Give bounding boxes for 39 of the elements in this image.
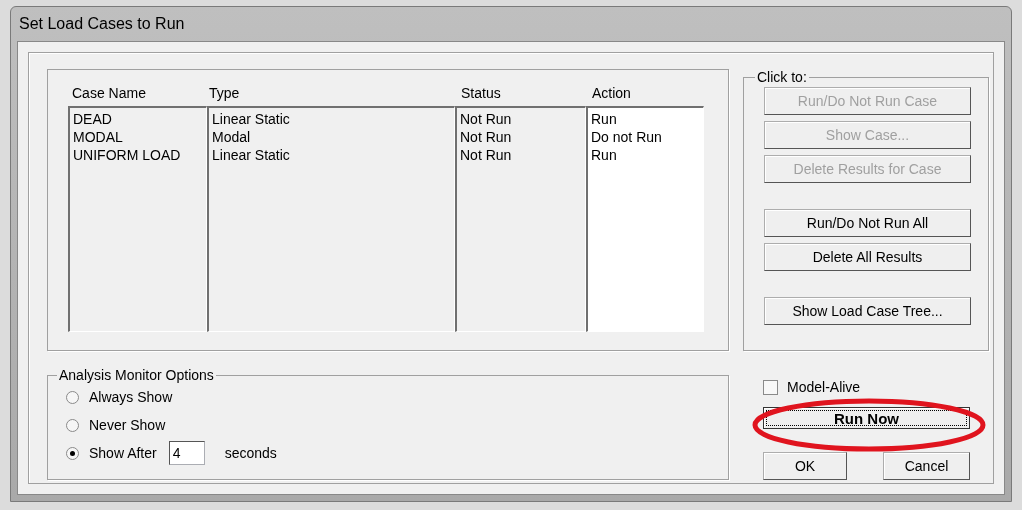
seconds-field[interactable]: 4 (168, 441, 205, 465)
list-item[interactable]: Run (591, 146, 700, 164)
checkbox-label: Model-Alive (787, 379, 861, 395)
checkbox[interactable] (763, 379, 778, 395)
list-item[interactable]: UNIFORM LOAD (73, 146, 203, 164)
list-item[interactable]: Modal (212, 128, 451, 146)
group-label: Analysis Monitor Options (58, 367, 215, 383)
case-list[interactable]: Run Do not Run Run (586, 106, 704, 332)
radio-label: Never Show (89, 417, 166, 433)
cancel-button[interactable]: Cancel (883, 452, 970, 480)
action-button[interactable]: Show Load Case Tree... (764, 297, 971, 325)
case-list[interactable]: DEAD MODAL UNIFORM LOAD (68, 106, 207, 332)
list-item[interactable]: Linear Static (212, 146, 451, 164)
column-header: Case Name (72, 85, 146, 101)
list-item[interactable]: DEAD (73, 110, 203, 128)
list-item[interactable]: Do not Run (591, 128, 700, 146)
column-header: Status (461, 85, 501, 101)
list-item[interactable]: Linear Static (212, 110, 451, 128)
unit-label: seconds (224, 445, 277, 461)
action-button[interactable]: Run/Do Not Run All (764, 209, 971, 237)
radio-button[interactable] (66, 418, 79, 432)
run-now-button[interactable]: Run Now (763, 407, 970, 429)
action-button[interactable]: Delete All Results (764, 243, 971, 271)
case-list[interactable]: Not Run Not Run Not Run (455, 106, 586, 332)
list-item[interactable]: Not Run (460, 128, 582, 146)
list-item[interactable]: Not Run (460, 110, 582, 128)
radio-label: Always Show (89, 389, 173, 405)
radio-button[interactable] (66, 390, 79, 404)
ok-button[interactable]: OK (763, 452, 847, 480)
list-item[interactable]: MODAL (73, 128, 203, 146)
group-label: Click to: (756, 69, 808, 85)
case-list[interactable]: Linear Static Modal Linear Static (207, 106, 455, 332)
column-header: Type (209, 85, 240, 101)
radio-label: Show After (89, 445, 157, 461)
column-header: Action (592, 85, 631, 101)
radio-button[interactable] (66, 446, 79, 460)
list-item[interactable]: Run (591, 110, 700, 128)
window-title: Set Load Cases to Run (19, 15, 185, 33)
list-item[interactable]: Not Run (460, 146, 582, 164)
